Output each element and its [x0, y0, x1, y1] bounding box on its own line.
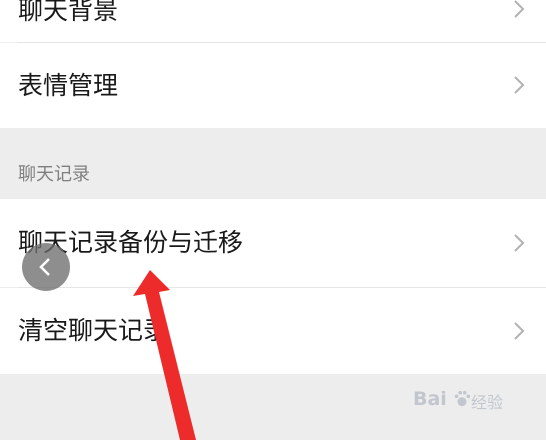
- paw-icon: [454, 390, 471, 407]
- section-header-chat-history: 聊天记录: [18, 164, 90, 185]
- chat-background-row[interactable]: 聊天背景: [0, 0, 546, 42]
- chevron-right-icon: [514, 234, 525, 252]
- chevron-left-icon: [39, 258, 50, 276]
- chevron-right-icon: [514, 322, 525, 340]
- emoji-management-row[interactable]: 表情管理: [0, 43, 546, 128]
- baidu-jingyan-watermark: Bai 经验: [413, 382, 518, 416]
- chevron-right-icon: [514, 0, 525, 18]
- chat-background-label: 聊天背景: [18, 0, 119, 25]
- watermark-suffix: 经验: [471, 393, 504, 412]
- chevron-right-icon: [514, 76, 525, 94]
- emoji-management-label: 表情管理: [18, 71, 119, 100]
- backup-migrate-row[interactable]: 聊天记录备份与迁移: [0, 199, 546, 287]
- clear-history-row[interactable]: 清空聊天记录: [0, 288, 546, 374]
- watermark-brand: Bai: [413, 388, 447, 410]
- back-button[interactable]: [22, 243, 70, 291]
- clear-history-label: 清空聊天记录: [18, 316, 169, 345]
